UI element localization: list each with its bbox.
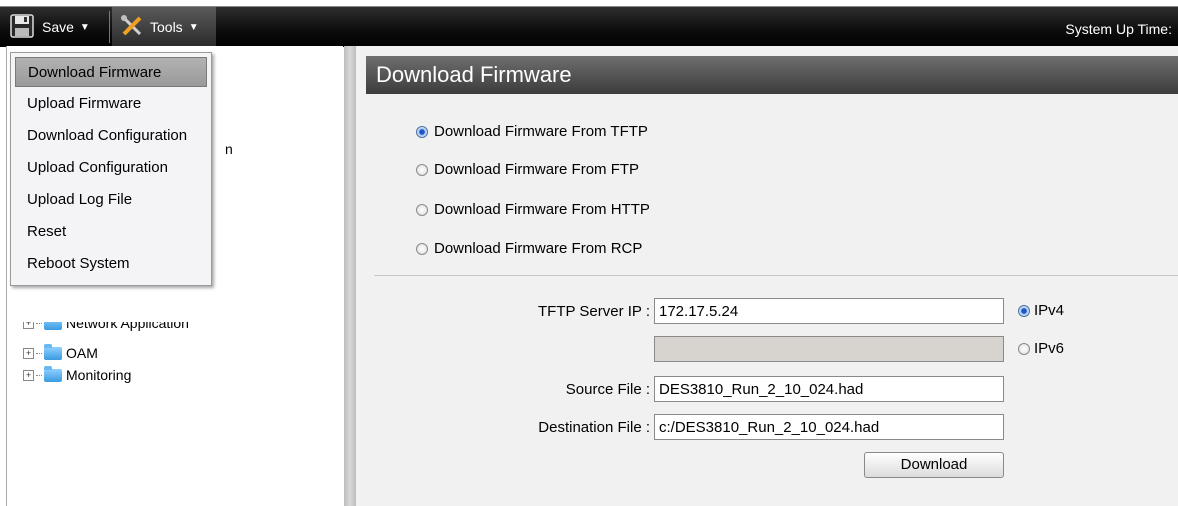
main-content: Download Firmware Download Firmware From… xyxy=(356,46,1178,506)
tftp-server-ip-label: TFTP Server IP : xyxy=(538,303,650,320)
folder-icon xyxy=(44,365,62,382)
folder-icon xyxy=(44,322,62,330)
tree-item-oam[interactable]: + OAM xyxy=(23,342,131,364)
destination-file-input[interactable] xyxy=(654,414,1004,440)
radio-ftp[interactable] xyxy=(416,164,428,176)
tree-truncated-text: n xyxy=(225,141,233,157)
ipv4-label: IPv4 xyxy=(1034,302,1065,319)
menu-item-upload-firmware[interactable]: Upload Firmware xyxy=(15,89,207,119)
menu-item-upload-configuration[interactable]: Upload Configuration xyxy=(15,153,207,183)
tree-item-label: Monitoring xyxy=(66,367,132,383)
tools-button[interactable]: Tools ▼ xyxy=(112,7,216,47)
save-button[interactable]: Save ▼ xyxy=(4,7,108,47)
option-label-rcp: Download Firmware From RCP xyxy=(434,240,643,257)
tree-item-monitoring[interactable]: + Monitoring xyxy=(23,364,131,386)
menu-item-download-configuration[interactable]: Download Configuration xyxy=(15,121,207,151)
option-label-ftp: Download Firmware From FTP xyxy=(434,161,640,178)
section-divider xyxy=(374,275,1178,276)
menu-item-reboot-system[interactable]: Reboot System xyxy=(15,249,207,279)
expand-icon[interactable]: + xyxy=(23,347,34,359)
radio-tftp[interactable] xyxy=(416,126,428,138)
expand-icon[interactable]: + xyxy=(23,369,34,381)
option-label-tftp: Download Firmware From TFTP xyxy=(434,123,648,140)
menu-item-download-firmware[interactable]: Download Firmware xyxy=(15,57,207,87)
save-label: Save xyxy=(42,19,74,35)
destination-file-label: Destination File : xyxy=(538,419,650,436)
source-file-label: Source File : xyxy=(565,381,650,398)
system-uptime-label: System Up Time: xyxy=(1065,21,1172,37)
tools-label: Tools xyxy=(150,19,183,35)
top-toolbar: Save ▼ Tools ▼ System Up Time: xyxy=(0,6,1178,47)
ipv4-radio[interactable] xyxy=(1018,305,1030,317)
radio-rcp[interactable] xyxy=(416,243,428,255)
tools-icon xyxy=(120,14,144,41)
navigation-tree: + OAM + Monitoring xyxy=(23,342,131,386)
chevron-down-icon: ▼ xyxy=(79,21,90,33)
floppy-disk-icon xyxy=(10,13,34,41)
radio-http[interactable] xyxy=(416,204,428,216)
folder-icon xyxy=(44,343,62,360)
ipv6-address-input[interactable] xyxy=(654,336,1004,362)
menu-item-reset[interactable]: Reset xyxy=(15,217,207,247)
tftp-server-ip-input[interactable] xyxy=(654,298,1004,324)
ipv6-label: IPv6 xyxy=(1034,340,1065,357)
tree-item-label: OAM xyxy=(66,345,98,361)
tools-dropdown-menu: Download Firmware Upload Firmware Downlo… xyxy=(10,52,212,286)
menu-item-upload-log-file[interactable]: Upload Log File xyxy=(15,185,207,215)
download-button[interactable]: Download xyxy=(864,452,1004,478)
page-title: Download Firmware xyxy=(366,56,1178,94)
chevron-down-icon: ▼ xyxy=(188,21,199,33)
expand-icon[interactable]: + xyxy=(23,322,34,329)
toolbar-divider xyxy=(109,11,110,43)
option-label-http: Download Firmware From HTTP xyxy=(434,201,650,218)
ipv6-radio[interactable] xyxy=(1018,343,1030,355)
panel-splitter[interactable] xyxy=(344,46,356,506)
tree-item-network-application[interactable]: + Network Application xyxy=(23,322,189,334)
tree-item-label: Network Application xyxy=(66,322,189,331)
source-file-input[interactable] xyxy=(654,376,1004,402)
